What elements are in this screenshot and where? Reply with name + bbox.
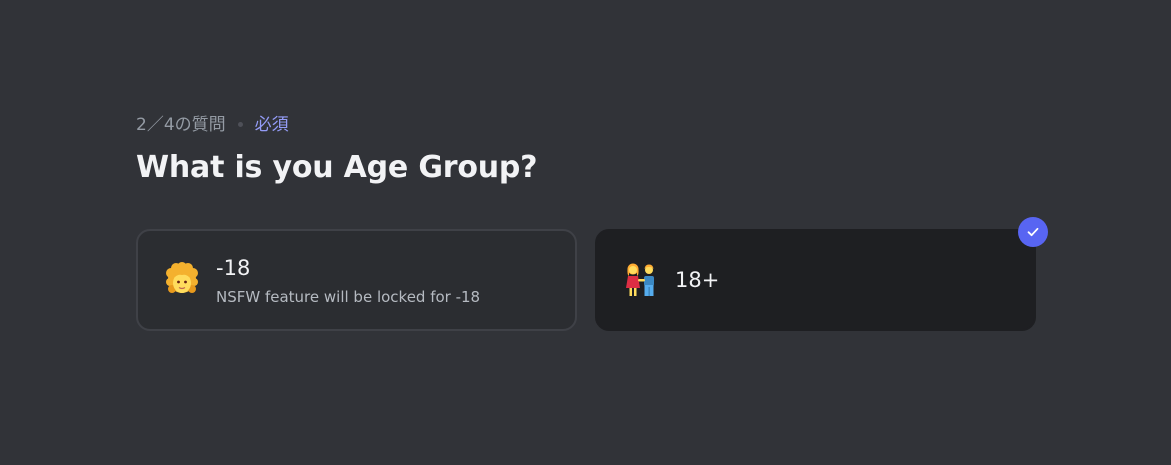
option-text: -18 NSFW feature will be locked for -18 bbox=[216, 255, 480, 306]
meta-separator-dot bbox=[237, 121, 243, 127]
option-label: 18+ bbox=[675, 268, 720, 292]
option-text: 18+ bbox=[675, 267, 719, 293]
onboarding-question-page: 2／4の質問 必須 What is you Age Group? -18 NSF… bbox=[0, 0, 1171, 465]
option-18-plus[interactable]: 18+ bbox=[595, 217, 1048, 331]
option-description: NSFW feature will be locked for -18 bbox=[216, 287, 481, 306]
couple-emoji-icon bbox=[621, 260, 661, 300]
option-label: -18 bbox=[216, 255, 251, 280]
required-label: 必須 bbox=[254, 114, 289, 135]
selected-check-icon bbox=[1018, 217, 1048, 247]
question-progress: 2／4の質問 bbox=[136, 114, 226, 135]
answer-options: -18 NSFW feature will be locked for -18 bbox=[136, 217, 1048, 331]
option-under-18[interactable]: -18 NSFW feature will be locked for -18 bbox=[136, 229, 577, 331]
child-emoji-icon bbox=[162, 260, 202, 300]
question-title: What is you Age Group? bbox=[136, 150, 538, 185]
question-meta: 2／4の質問 必須 bbox=[136, 110, 289, 135]
